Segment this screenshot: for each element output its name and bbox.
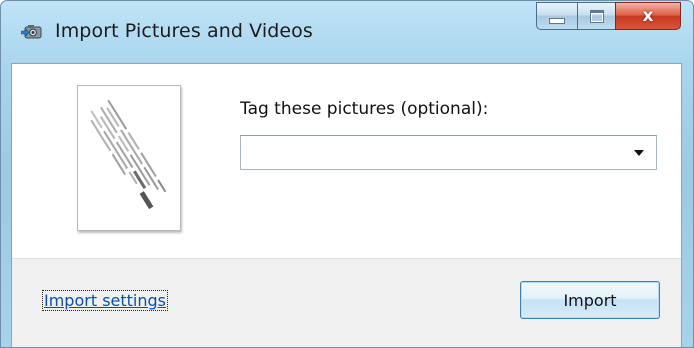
tag-input[interactable] [245,140,619,167]
tag-label: Tag these pictures (optional): [240,99,489,119]
import-settings-link[interactable]: Import settings [42,290,168,311]
maximize-icon [589,9,604,23]
minimize-icon [549,18,565,24]
import-dialog-window: Import Pictures and Videos x Tag these p… [0,0,694,348]
tag-combobox[interactable] [240,135,657,170]
window-title: Import Pictures and Videos [55,20,313,42]
close-icon: x [642,6,654,26]
maximize-button[interactable] [577,2,615,30]
camera-import-icon [21,25,42,39]
minimize-button[interactable] [536,2,577,30]
tag-dropdown-button[interactable] [627,136,651,169]
picture-thumbnail [77,85,181,231]
content-area: Tag these pictures (optional): [12,64,681,258]
title-bar[interactable]: Import Pictures and Videos x [1,1,693,63]
close-button[interactable]: x [615,2,681,30]
import-button[interactable]: Import [520,281,660,319]
scanned-document-thumbnail [90,99,167,210]
chevron-down-icon [634,149,644,156]
caption-buttons: x [536,2,681,30]
dialog-body: Tag these pictures (optional): Import se… [11,63,682,347]
dialog-footer: Import settings Import [12,258,681,347]
